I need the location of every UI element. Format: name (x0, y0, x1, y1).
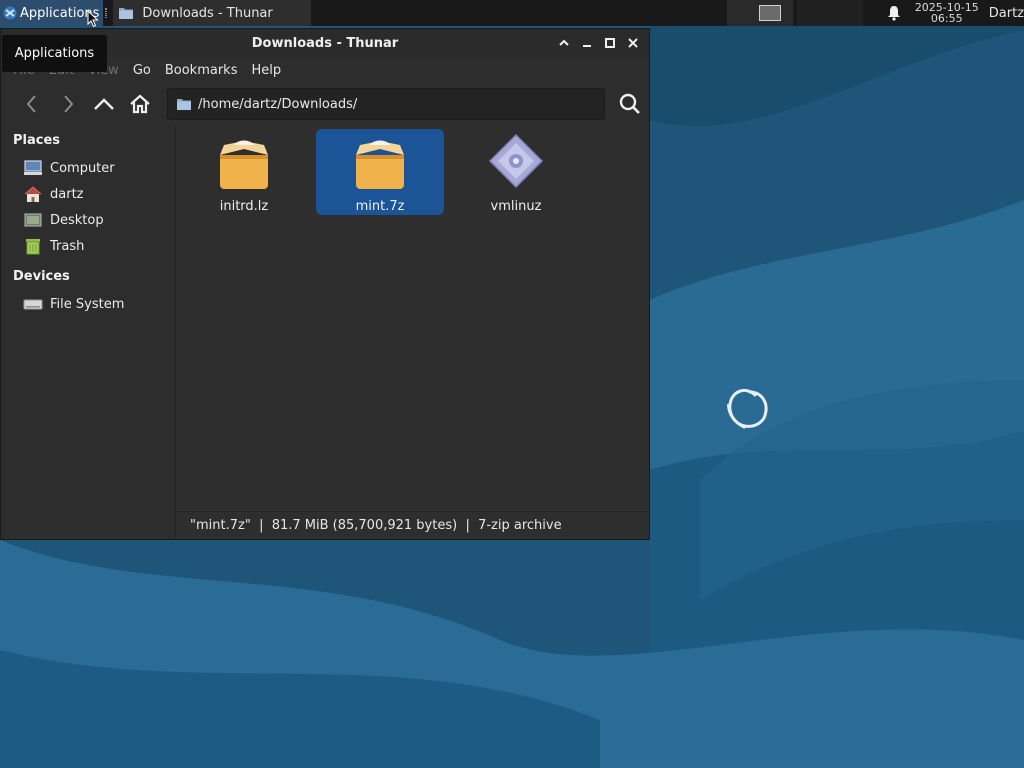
parent-folder-button[interactable] (87, 87, 121, 121)
location-path: /home/dartz/Downloads/ (198, 96, 358, 112)
sidebar-item-label: dartz (50, 186, 84, 202)
side-pane: Places Computer dartz Desktop Trash Devi… (1, 125, 176, 539)
taskbar-window-title: Downloads - Thunar (142, 5, 273, 21)
shade-button[interactable] (556, 35, 572, 51)
sidebar-item-trash[interactable]: Trash (1, 233, 175, 259)
top-panel: Applications Downloads - Thunar 2025-10-… (0, 0, 1024, 26)
devices-heading: Devices (13, 269, 70, 284)
menu-go[interactable]: Go (133, 63, 151, 78)
status-text: "mint.7z" | 81.7 MiB (85,700,921 bytes) … (190, 518, 562, 533)
close-button[interactable] (625, 35, 641, 51)
folder-icon (119, 8, 134, 19)
workspace-preview (758, 5, 781, 21)
sidebar-item-label: Computer (50, 160, 115, 176)
search-button[interactable] (613, 87, 647, 121)
arrow-up-icon (94, 98, 114, 110)
location-bar[interactable]: /home/dartz/Downloads/ (167, 88, 605, 120)
user-menu[interactable]: Dartz (989, 6, 1024, 21)
archive-icon (356, 140, 404, 189)
sidebar-item-label: Desktop (50, 212, 104, 228)
clock-time: 06:55 (930, 12, 963, 25)
icon-view: initrd.lz mint.7z vmlinuz (176, 125, 649, 511)
taskbar-window-button[interactable]: Downloads - Thunar (113, 0, 312, 26)
menu-help[interactable]: Help (251, 63, 281, 78)
drive-icon (23, 299, 43, 310)
minimize-icon (583, 45, 591, 47)
chevron-up-icon (559, 39, 569, 46)
file-view[interactable]: initrd.lz mint.7z vmlinuz "mint.7z" | 81… (176, 125, 649, 539)
computer-icon (24, 160, 42, 175)
binary-icon (488, 133, 544, 189)
xfce-logo-icon (3, 6, 17, 20)
workspace-switcher-1[interactable] (726, 0, 793, 26)
places-heading: Places (13, 133, 61, 148)
home-button[interactable] (123, 87, 157, 121)
thunar-window: Downloads - Thunar File Edit View Go Boo… (0, 28, 650, 540)
forward-button[interactable] (51, 87, 85, 121)
folder-icon (177, 99, 191, 110)
sidebar-item-computer[interactable]: Computer (1, 155, 175, 181)
file-name: vmlinuz (490, 199, 542, 214)
trash-icon (26, 239, 40, 255)
sidebar-item-desktop[interactable]: Desktop (1, 207, 175, 233)
applications-tooltip: Applications (2, 35, 107, 72)
maximize-icon (605, 38, 615, 48)
file-item-initrd[interactable]: initrd.lz (180, 129, 308, 215)
arrow-left-icon (26, 95, 36, 113)
file-name: mint.7z (355, 199, 405, 214)
desktop-icon (24, 213, 42, 227)
home-icon (130, 94, 150, 114)
file-name: initrd.lz (219, 199, 269, 214)
back-button[interactable] (15, 87, 49, 121)
file-item-mint[interactable]: mint.7z (316, 129, 444, 215)
maximize-button[interactable] (602, 35, 618, 51)
search-icon (619, 93, 640, 114)
home-folder-icon (24, 186, 42, 202)
workspace-switcher-2[interactable] (796, 0, 863, 26)
sidebar-item-label: File System (50, 296, 125, 312)
archive-icon (220, 140, 268, 189)
file-item-vmlinuz[interactable]: vmlinuz (452, 129, 580, 215)
minimize-button[interactable] (579, 35, 595, 51)
status-bar: "mint.7z" | 81.7 MiB (85,700,921 bytes) … (176, 511, 649, 539)
sidebar-item-label: Trash (50, 238, 85, 254)
toolbar: /home/dartz/Downloads/ (1, 83, 649, 125)
arrow-right-icon (64, 95, 74, 113)
menu-bookmarks[interactable]: Bookmarks (165, 63, 238, 78)
close-icon (628, 38, 638, 48)
notification-bell-icon[interactable] (883, 5, 905, 21)
panel-separator (105, 8, 108, 18)
panel-clock[interactable]: 2025-10-15 06:55 (915, 2, 979, 24)
sidebar-item-dartz[interactable]: dartz (1, 181, 175, 207)
sidebar-item-file-system[interactable]: File System (1, 291, 175, 317)
mouse-cursor-icon (87, 10, 99, 28)
